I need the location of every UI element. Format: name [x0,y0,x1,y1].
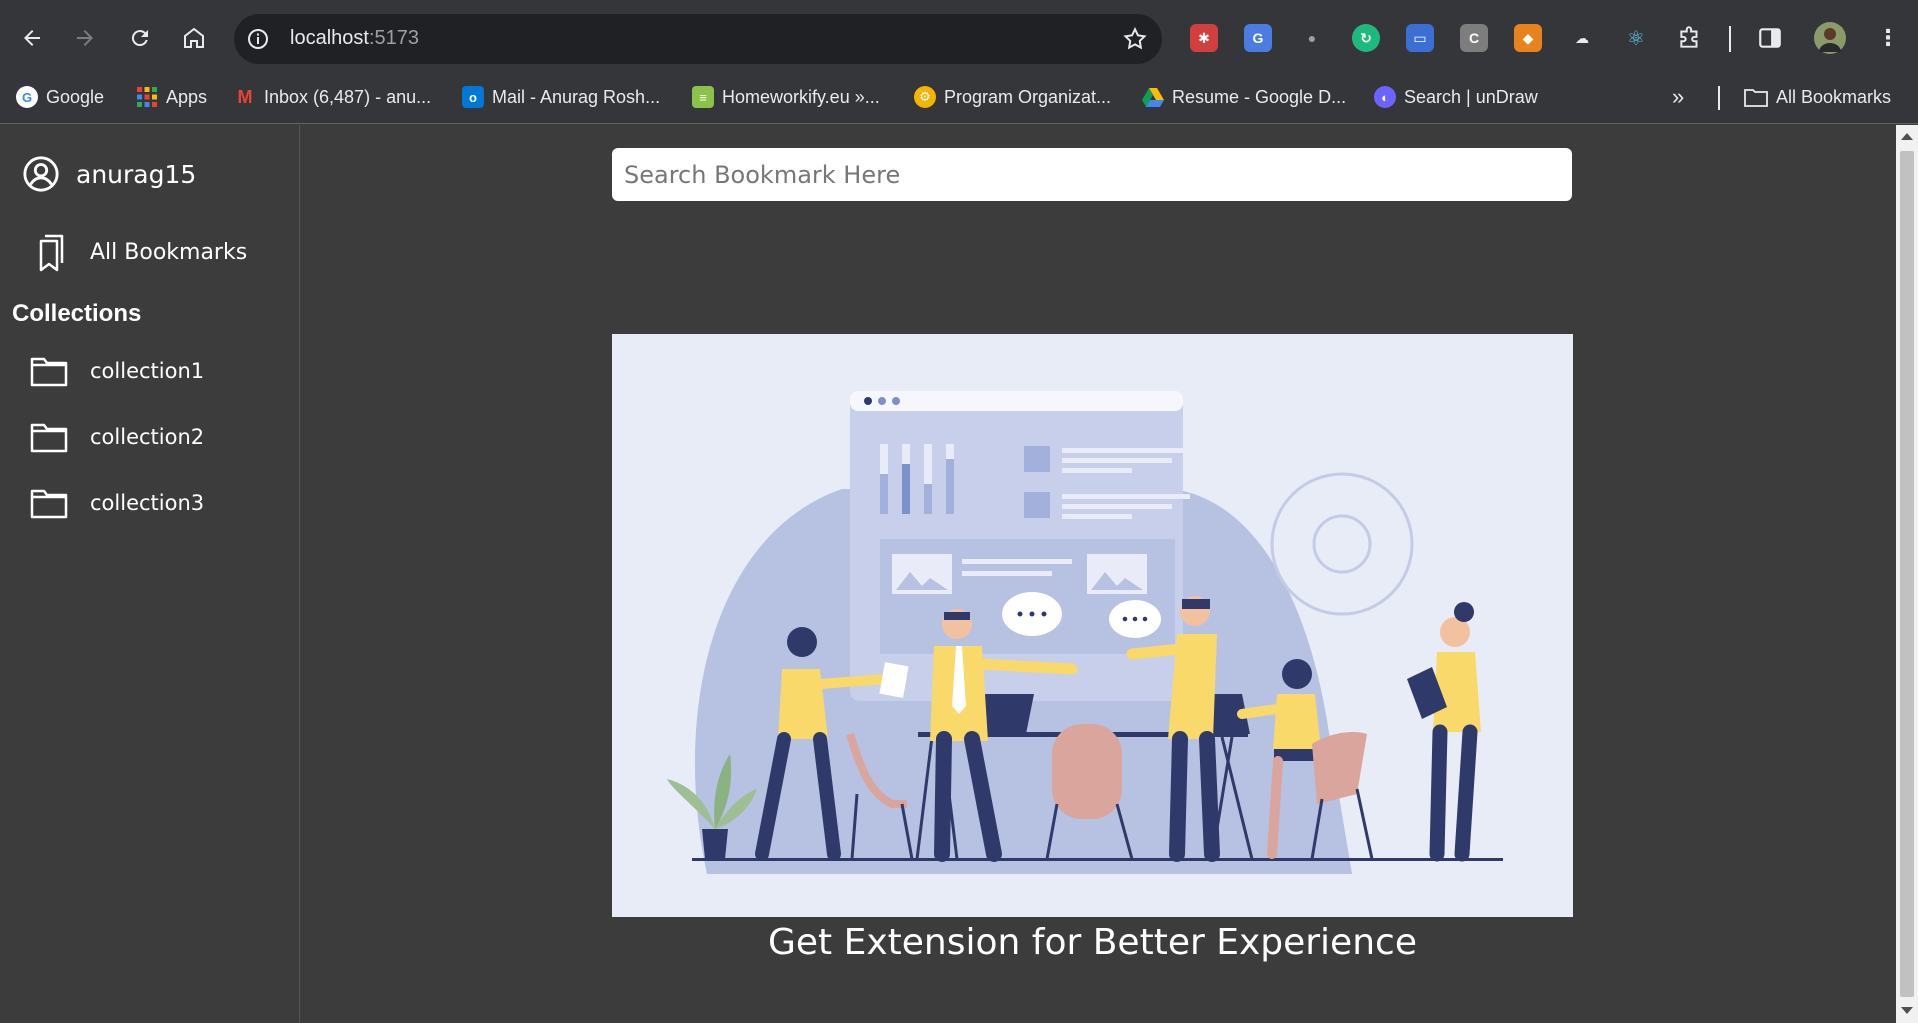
mouse-extension-icon[interactable]: ● [1298,24,1326,52]
folder-icon [30,357,68,387]
scrollbar[interactable] [1896,125,1918,1023]
arrow-right-icon [77,30,93,46]
c-extension-icon[interactable]: C [1460,24,1488,52]
team-meeting-illustration [612,334,1573,917]
google-drive-icon [1142,86,1164,108]
site-info-icon[interactable] [246,27,270,51]
kebab-menu-icon[interactable]: ⋮ [1874,24,1902,52]
sidebar-item-collection2[interactable]: collection2 [30,421,204,453]
gmail-icon: M [237,86,253,107]
folder-icon [30,423,68,453]
cloud-icon[interactable]: ☁ [1568,24,1596,52]
reload-icon [131,30,148,47]
bookmark-google[interactable]: G Google [16,82,104,112]
apps-grid-icon [136,86,158,108]
toolbar-divider [1729,26,1731,52]
search-bookmark-input[interactable] [612,148,1572,201]
address-bar[interactable]: localhost:5173 [234,14,1162,64]
extension-icon-1[interactable]: ✱ [1190,24,1218,52]
scroll-down-arrow-icon[interactable] [1901,1007,1913,1014]
google-translate-icon[interactable]: G [1244,24,1272,52]
sidebar-item-collection3[interactable]: collection3 [30,487,204,519]
home-button[interactable] [176,20,212,56]
collections-heading: Collections [12,300,142,327]
gear-badge-icon: ⚙ [914,86,936,108]
side-panel-icon[interactable] [1756,24,1784,52]
arrow-left-icon [24,30,40,46]
more-bookmarks-chevron-icon[interactable]: » [1672,82,1684,112]
sidebar-item-collection1[interactable]: collection1 [30,355,204,387]
main-content: Get Extension for Better Experience [301,125,1896,1023]
get-extension-cta: Get Extension for Better Experience [768,922,1417,963]
bookmarks-icon [39,234,64,272]
folder-icon [30,489,68,519]
bookmark-inbox[interactable]: M Inbox (6,487) - anu... [234,82,432,112]
bookmark-program-organization[interactable]: ⚙ Program Organizat... [914,82,1111,112]
collection-label: collection1 [90,359,205,383]
bookmark-undraw[interactable]: ◐ Search | unDraw [1374,82,1538,112]
outlook-icon: o [462,86,484,108]
username: anurag15 [76,159,197,189]
metamask-icon[interactable]: ◆ [1514,24,1542,52]
bookmark-apps[interactable]: Apps [136,82,207,112]
back-button[interactable] [14,20,50,56]
scroll-up-arrow-icon[interactable] [1901,133,1913,140]
reload-button[interactable] [122,20,158,56]
books-icon: ≡ [692,86,714,108]
extensions-puzzle-icon[interactable] [1676,24,1704,52]
undraw-icon: ◐ [1374,86,1396,108]
profile-avatar[interactable] [1814,22,1846,54]
all-bookmarks-folder[interactable]: All Bookmarks [1744,82,1891,112]
bookmark-outlook[interactable]: o Mail - Anurag Rosh... [462,82,660,112]
sidebar-item-label: All Bookmarks [90,239,248,265]
bookmark-homeworkify[interactable]: ≡ Homeworkify.eu »... [692,82,880,112]
scroll-thumb[interactable] [1900,151,1914,997]
react-devtools-icon[interactable]: ⚛ [1622,24,1650,52]
sidebar: anurag15 All Bookmarks Collections colle… [0,125,300,1023]
illustration-svg [667,391,1503,874]
folder-icon [1744,89,1768,107]
collection-label: collection2 [90,425,205,449]
app-container: anurag15 All Bookmarks Collections colle… [0,125,1918,1023]
forward-button[interactable] [67,20,103,56]
sidebar-item-all-bookmarks[interactable]: All Bookmarks [32,232,247,272]
url-text[interactable]: localhost:5173 [290,27,419,50]
window-extension-icon[interactable]: ▭ [1406,24,1434,52]
user-profile[interactable]: anurag15 [22,155,196,193]
bookmarks-divider [1718,86,1720,110]
home-icon [184,27,204,48]
grammarly-icon[interactable]: ↻ [1352,24,1380,52]
collection-label: collection3 [90,491,205,515]
google-icon: G [16,86,38,108]
user-circle-icon [23,156,59,192]
bookmark-resume[interactable]: Resume - Google D... [1142,82,1346,112]
bookmark-star-icon[interactable] [1122,26,1148,52]
